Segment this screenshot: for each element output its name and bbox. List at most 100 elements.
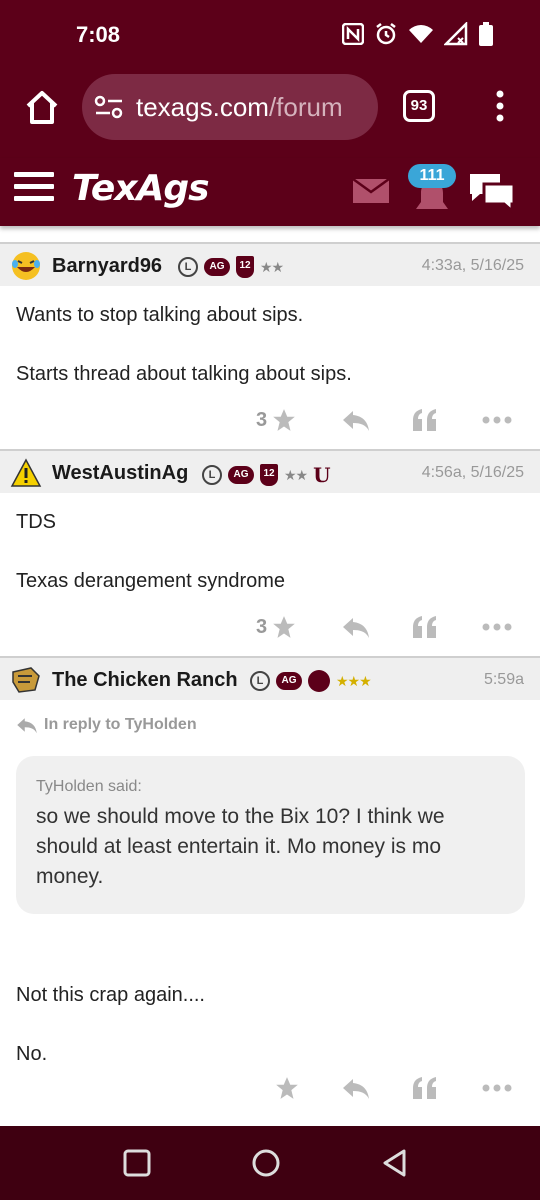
chat-icon[interactable] <box>468 170 518 215</box>
browser-menu-button[interactable] <box>490 88 510 124</box>
badge-stars: ★★★ <box>336 672 372 689</box>
warning-sign-avatar[interactable] <box>10 457 42 489</box>
status-time: 7:08 <box>76 22 121 47</box>
post-username[interactable]: Barnyard96 <box>52 255 162 278</box>
back-button[interactable] <box>380 1148 410 1178</box>
post-actions: 3 <box>0 389 540 455</box>
post-text: Starts thread about talking about sips. <box>16 363 352 385</box>
post: The Chicken Ranch L AG ★★★ 5:59a In repl… <box>0 656 540 1109</box>
star-icon <box>273 409 295 431</box>
recents-button[interactable] <box>122 1148 152 1178</box>
post-username[interactable]: WestAustinAg <box>52 462 188 485</box>
badge-stars: ★★ <box>284 466 308 483</box>
more-horiz-icon <box>482 623 512 631</box>
alarm-icon <box>374 22 398 51</box>
home-icon <box>26 91 58 124</box>
nfc-icon <box>341 22 365 50</box>
quote-button[interactable] <box>412 1073 438 1103</box>
badge-ag: AG <box>204 258 230 276</box>
star-icon <box>273 616 295 638</box>
quote-section: In reply to TyHolden TyHolden said: so w… <box>0 700 540 950</box>
star-button[interactable]: 3 <box>256 612 297 642</box>
laughing-emoji-avatar[interactable] <box>10 250 42 282</box>
more-horiz-icon <box>482 1084 512 1092</box>
reply-icon <box>17 718 37 734</box>
quote-block: TyHolden said: so we should move to the … <box>16 756 525 914</box>
hamburger-menu-button[interactable] <box>14 172 54 204</box>
quote-button[interactable] <box>412 612 438 642</box>
post-time: 4:33a, 5/16/25 <box>421 257 524 274</box>
reply-button[interactable] <box>342 405 370 435</box>
user-badges: L AG ★★★ <box>250 670 372 692</box>
post-time: 5:59a <box>483 671 524 688</box>
post-header: The Chicken Ranch L AG ★★★ 5:59a <box>0 656 540 700</box>
badge-ag: AG <box>276 672 302 690</box>
more-options-button[interactable] <box>482 405 512 435</box>
quote-icon <box>413 409 436 431</box>
more-vert-icon <box>496 90 504 122</box>
chicken-ranch-avatar[interactable] <box>10 664 42 696</box>
quote-icon <box>413 616 436 638</box>
badge-u: U <box>313 463 331 487</box>
mail-icon[interactable] <box>352 177 390 204</box>
more-options-button[interactable] <box>482 612 512 642</box>
url-path: /forum <box>268 92 343 122</box>
quote-icon <box>413 1077 436 1099</box>
reply-icon <box>343 618 369 638</box>
post-actions: 3 <box>0 596 540 662</box>
tab-switcher-button[interactable]: 93 <box>403 90 435 122</box>
signal-icon <box>442 20 468 51</box>
star-button[interactable] <box>274 1073 300 1103</box>
badge-ag: AG <box>228 466 254 484</box>
more-options-button[interactable] <box>482 1073 512 1103</box>
star-count: 3 <box>256 615 268 638</box>
more-horiz-icon <box>482 416 512 424</box>
status-icons <box>341 20 494 51</box>
browser-toolbar: texags.com/forum 93 <box>0 72 540 158</box>
star-icon <box>276 1077 298 1099</box>
url-text: texags.com/forum <box>136 92 343 123</box>
recents-icon <box>123 1149 151 1177</box>
badge-stars: ★★ <box>260 258 284 275</box>
post-body: TDS Texas derangement syndrome <box>0 493 540 596</box>
post-text: Wants to stop talking about sips. <box>16 304 304 326</box>
post-header: Barnyard96 L AG 12 ★★ 4:33a, 5/16/25 <box>0 242 540 286</box>
url-domain: texags.com <box>136 92 269 122</box>
post-text: No. <box>16 1043 48 1065</box>
site-settings-icon <box>94 95 123 119</box>
user-badges: L AG 12 ★★ U <box>202 463 331 487</box>
wifi-icon <box>408 24 434 49</box>
star-count: 3 <box>256 408 268 431</box>
battery-icon <box>478 22 494 51</box>
badge-l: L <box>202 465 222 485</box>
post-text: Texas derangement syndrome <box>16 570 286 592</box>
badge-l: L <box>178 257 198 277</box>
post-username[interactable]: The Chicken Ranch <box>52 669 238 692</box>
reply-button[interactable] <box>342 612 370 642</box>
home-nav-button[interactable] <box>251 1148 281 1178</box>
post-time: 4:56a, 5/16/25 <box>421 464 524 481</box>
site-logo[interactable]: TexAgs <box>72 168 210 209</box>
site-header: TexAgs 111 <box>0 158 540 226</box>
reply-icon <box>343 1079 369 1099</box>
reply-icon <box>343 411 369 431</box>
home-button[interactable] <box>22 88 62 128</box>
post-actions <box>0 1069 540 1109</box>
post: WestAustinAg L AG 12 ★★ U 4:56a, 5/16/25… <box>0 449 540 662</box>
reply-to-text: In reply to TyHolden <box>44 716 197 733</box>
badge-l: L <box>250 671 270 691</box>
post-body: Wants to stop talking about sips. Starts… <box>0 286 540 389</box>
post-text: TDS <box>16 511 56 533</box>
post-body: Not this crap again.... No. <box>0 950 540 1069</box>
reply-to-link[interactable]: In reply to TyHolden <box>16 716 197 734</box>
home-circle-icon <box>252 1149 280 1177</box>
badge-12: 12 <box>236 256 254 278</box>
quote-button[interactable] <box>412 405 438 435</box>
reply-button[interactable] <box>342 1073 370 1103</box>
user-badges: L AG 12 ★★ <box>178 256 284 278</box>
notifications-button[interactable]: 111 <box>408 164 458 216</box>
address-bar[interactable]: texags.com/forum <box>82 74 378 140</box>
post: Barnyard96 L AG 12 ★★ 4:33a, 5/16/25 Wan… <box>0 242 540 455</box>
star-button[interactable]: 3 <box>256 405 297 435</box>
post-text: Not this crap again.... <box>16 984 205 1006</box>
